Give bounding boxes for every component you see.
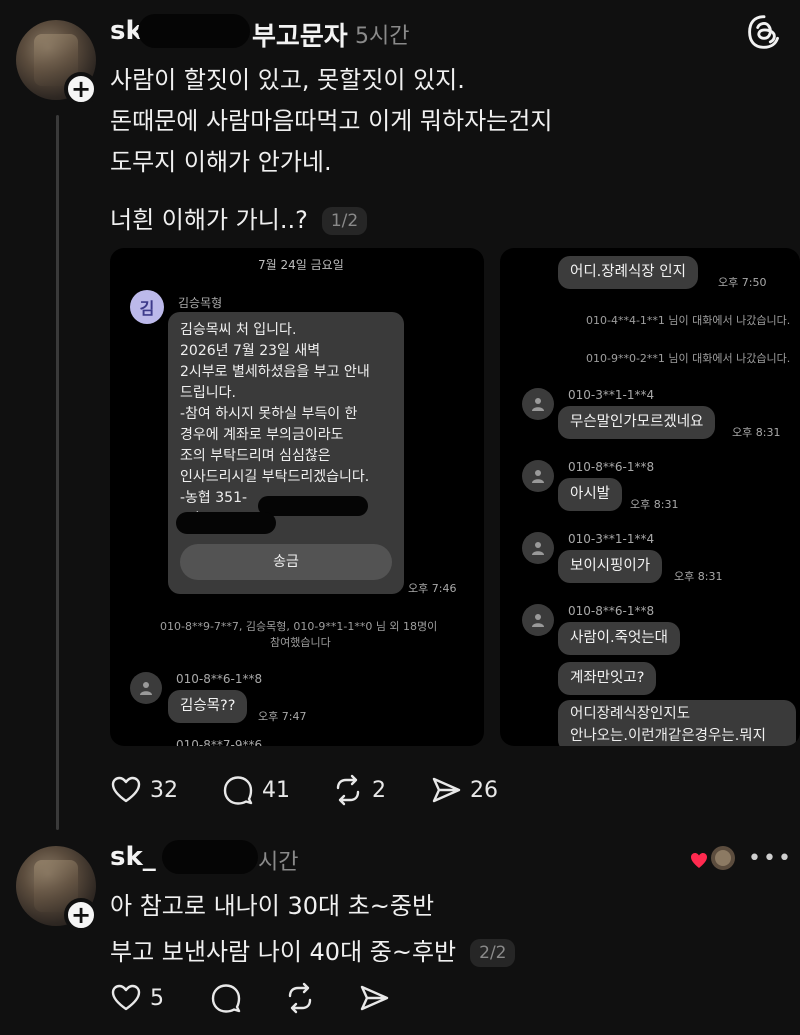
comment-icon — [223, 776, 253, 805]
sender-name: 010-8**6-1**8 — [568, 604, 655, 618]
message-line: 드립니다. — [180, 385, 236, 401]
profile-avatar — [130, 672, 162, 704]
heart-icon — [111, 776, 141, 803]
reply-button[interactable]: 41 — [222, 774, 290, 806]
more-icon[interactable]: ••• — [748, 846, 793, 871]
post-text-line: 사람이 할짓이 있고, 못할짓이 있지. — [110, 66, 465, 94]
post-text-line: 도무지 이해가 안가네. — [110, 148, 332, 176]
like-count: 32 — [150, 777, 178, 803]
repost-button[interactable] — [284, 982, 316, 1014]
page-indicator: 1/2 — [321, 207, 368, 235]
chat-bubble: 김승목?? — [168, 690, 248, 724]
redaction-mark — [258, 496, 368, 516]
redaction-mark — [162, 840, 258, 874]
person-icon — [532, 398, 544, 411]
share-button[interactable]: 26 — [430, 774, 498, 806]
message-line: 어디장례식장인지도 — [570, 706, 691, 722]
repost-count: 2 — [372, 777, 386, 803]
repost-icon — [288, 982, 312, 1014]
message-line: 인사드리시길 부탁드리겠습니다. — [180, 469, 370, 485]
person-icon — [532, 542, 544, 555]
message-line: 김승목씨 처 입니다. — [180, 322, 297, 338]
comment-icon — [211, 984, 241, 1013]
chat-bubble: 아시발 — [558, 478, 623, 512]
redaction-mark — [176, 512, 276, 534]
sender-name: 010-8**6-1**8 — [176, 672, 263, 686]
like-button[interactable]: 32 — [110, 774, 178, 806]
author-name-suffix: 부고문자 — [252, 22, 348, 52]
follow-plus-icon[interactable]: + — [64, 898, 98, 932]
share-count: 26 — [470, 777, 498, 803]
chat-date: 7월 24일 금요일 — [258, 258, 344, 272]
message-line: 경우에 계좌로 부의금이라도 — [180, 427, 344, 443]
profile-avatar — [522, 532, 554, 564]
sender-name-cut: 010-8**7-9**6 — [176, 738, 263, 746]
message-time: 오후 7:46 — [408, 582, 457, 595]
author-liked-heart-icon — [691, 846, 735, 870]
follow-plus-icon[interactable]: + — [64, 72, 98, 106]
message-line: -참여 하시지 못하실 부득이 한 — [180, 406, 358, 422]
kakao-screenshot-right[interactable]: 어디.장례식장 인지 오후 7:50 010-4**4-1**1 님이 대화에서… — [500, 248, 800, 746]
author-username[interactable]: sk_ — [110, 842, 156, 872]
share-button[interactable] — [358, 982, 390, 1014]
system-notice: 참여했습니다 — [270, 636, 331, 649]
message-time: 오후 7:50 — [718, 276, 767, 289]
sender-name: 010-8**6-1**8 — [568, 460, 655, 474]
chat-bubble: 계좌만잇고? — [558, 662, 657, 696]
share-icon — [432, 777, 461, 803]
post-text-line: 너흰 이해가 가니..? 1/2 — [110, 200, 368, 235]
send-money-button[interactable]: 송금 — [180, 544, 392, 580]
threads-logo-icon[interactable] — [746, 14, 782, 50]
message-time: 오후 8:31 — [732, 426, 781, 439]
repost-button[interactable]: 2 — [332, 774, 386, 806]
chat-bubble-multiline: 어디장례식장인지도 안나오는.이런개같은경우는.뭐지 — [558, 700, 796, 746]
system-notice: 010-4**4-1**1 님이 대화에서 나갔습니다. — [586, 314, 791, 327]
share-icon — [360, 985, 389, 1011]
repost-icon — [336, 774, 360, 806]
sender-name: 010-3**1-1**4 — [568, 388, 655, 402]
post-time: 시간 — [258, 850, 299, 875]
post-question: 너흰 이해가 가니..? — [110, 206, 308, 234]
person-icon — [532, 614, 544, 627]
redaction-mark — [138, 14, 250, 48]
thread-connector-line — [56, 115, 59, 830]
message-line: 2시부로 별세하셨음을 부고 안내 — [180, 364, 370, 380]
profile-avatar — [522, 604, 554, 636]
kakao-screenshot-left[interactable]: 7월 24일 금요일 김 김승목형 김승목씨 처 입니다. 2026년 7월 2… — [110, 248, 484, 746]
page-indicator: 2/2 — [470, 939, 516, 967]
post-text-line: 돈때문에 사람마음따먹고 이게 뭐하자는건지 — [110, 107, 553, 135]
system-notice: 010-8**9-7**7, 김승목형, 010-9**1-1**0 님 외 1… — [160, 620, 438, 633]
heart-icon — [111, 984, 141, 1011]
chat-bubble: 어디.장례식장 인지 — [558, 256, 698, 290]
message-line: 2026년 7월 23일 새벽 — [180, 343, 321, 359]
reply-button[interactable] — [210, 982, 242, 1014]
person-icon — [140, 682, 152, 695]
person-icon — [532, 470, 544, 483]
message-time: 오후 8:31 — [630, 498, 679, 511]
post-text-line: 부고 보낸사람 나이 40대 중~후반 2/2 — [110, 932, 516, 967]
message-time: 오후 7:47 — [258, 710, 307, 723]
message-line: 조의 부탁드리며 심심찮은 — [180, 448, 331, 464]
chat-bubble: 사람이.죽엇는대 — [558, 622, 680, 656]
like-count: 5 — [150, 985, 164, 1011]
profile-avatar — [522, 388, 554, 420]
chat-bubble: 무슨말인가모르겠네요 — [558, 406, 716, 440]
like-button[interactable]: 5 — [110, 982, 164, 1014]
system-notice: 010-9**0-2**1 님이 대화에서 나갔습니다. — [586, 352, 791, 365]
message-line: 안나오는.이런개같은경우는.뭐지 — [570, 727, 766, 744]
obituary-message-bubble: 김승목씨 처 입니다. 2026년 7월 23일 새벽 2시부로 별세하셨음을 … — [168, 312, 404, 594]
post-text-line: 아 참고로 내나이 30대 초~중반 — [110, 892, 435, 920]
sender-name: 010-3**1-1**4 — [568, 532, 655, 546]
chat-bubble: 보이시핑이가 — [558, 550, 663, 584]
profile-avatar — [522, 460, 554, 492]
kim-avatar: 김 — [130, 290, 164, 324]
sender-name: 김승목형 — [178, 296, 223, 310]
message-time: 오후 8:31 — [674, 570, 723, 583]
post-time: 5시간 — [355, 24, 410, 49]
post-text: 부고 보낸사람 나이 40대 중~후반 — [110, 938, 457, 966]
reply-count: 41 — [262, 777, 290, 803]
